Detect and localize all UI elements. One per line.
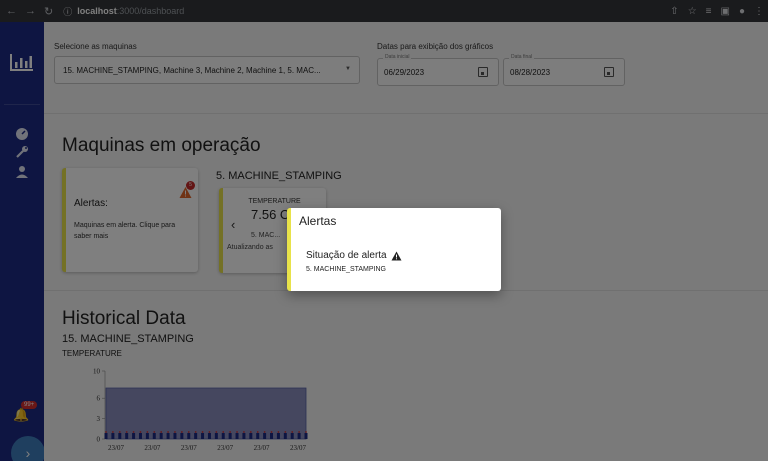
- alerts-dialog: Alertas Situação de alerta 5. MACHINE_ST…: [287, 208, 501, 291]
- dialog-status-text: Situação de alerta: [306, 250, 387, 261]
- warning-icon: [391, 251, 402, 260]
- dialog-title: Alertas: [299, 214, 337, 228]
- dialog-status: Situação de alerta: [306, 250, 402, 261]
- dialog-machine: 5. MACHINE_STAMPING: [306, 266, 386, 273]
